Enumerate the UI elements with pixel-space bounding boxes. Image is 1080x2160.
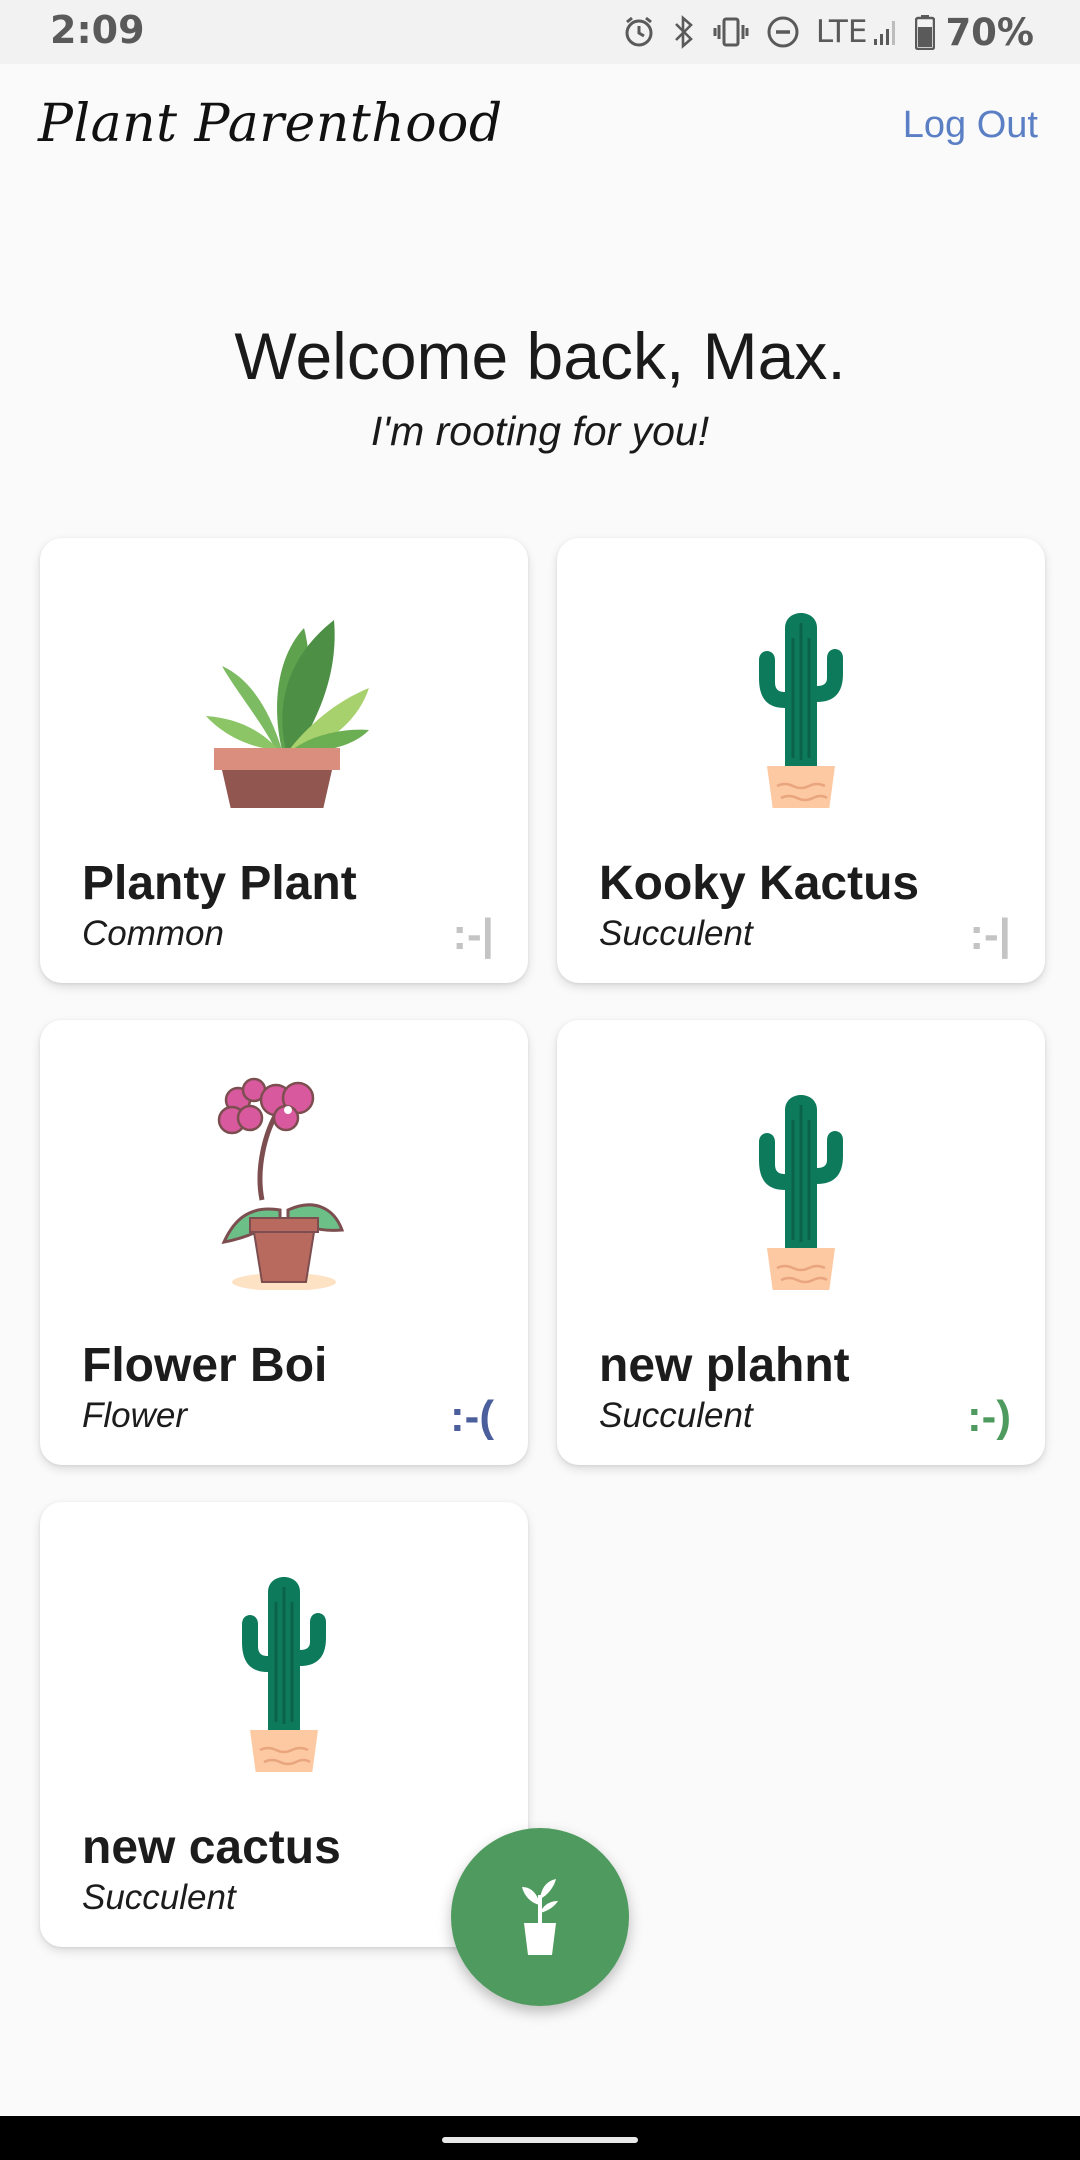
plant-name: Flower Boi (82, 1339, 328, 1392)
cactus-icon (557, 1060, 1045, 1290)
plant-name: new cactus (82, 1821, 341, 1874)
logout-button[interactable]: Log Out (903, 104, 1038, 147)
orchid-icon (40, 1060, 528, 1290)
signal-icon (873, 17, 899, 47)
plant-name: new plahnt (599, 1339, 850, 1392)
plant-mood: :-| (452, 910, 494, 959)
alarm-icon (622, 15, 656, 49)
plant-type: Succulent (82, 1878, 236, 1917)
plant-card[interactable]: new plahnt Succulent :-) (557, 1020, 1045, 1465)
add-plant-icon (510, 1873, 570, 1961)
plant-card[interactable]: Kooky Kactus Succulent :-| (557, 538, 1045, 983)
battery-icon (915, 14, 936, 50)
add-plant-button[interactable] (451, 1828, 629, 2006)
status-bar: 2:09 LTE 70% (0, 0, 1080, 64)
cactus-icon (557, 578, 1045, 808)
plant-mood: :-) (967, 1392, 1011, 1441)
bluetooth-icon (672, 15, 696, 49)
plant-name: Kooky Kactus (599, 857, 920, 910)
plant-mood: :-( (450, 1392, 494, 1441)
status-icons: LTE 70% (622, 8, 1034, 56)
app-title: Plant Parenthood (38, 94, 503, 154)
network-type: LTE (815, 14, 868, 50)
vibrate-icon (712, 15, 750, 49)
do-not-disturb-icon (766, 15, 800, 49)
plant-name: Planty Plant (82, 857, 357, 910)
plant-type: Common (82, 914, 224, 953)
welcome-title: Welcome back, Max. (234, 319, 846, 393)
navigation-bar (0, 2116, 1080, 2160)
plant-card[interactable]: Planty Plant Common :-| (40, 538, 528, 983)
cactus-icon (40, 1542, 528, 1772)
plant-card[interactable]: new cactus Succulent :- (40, 1502, 528, 1947)
app-header: Plant Parenthood Log Out (0, 64, 1080, 194)
plant-type: Succulent (599, 914, 753, 953)
welcome-subtitle: I'm rooting for you! (370, 408, 710, 454)
plant-type: Succulent (599, 1396, 753, 1435)
status-time: 2:09 (50, 8, 145, 52)
plant-card[interactable]: Flower Boi Flower :-( (40, 1020, 528, 1465)
potted-plant-icon (40, 578, 528, 808)
plant-type: Flower (82, 1396, 188, 1435)
home-indicator[interactable] (442, 2137, 638, 2143)
battery-level: 70% (945, 10, 1034, 54)
plant-mood: :-| (969, 910, 1011, 959)
